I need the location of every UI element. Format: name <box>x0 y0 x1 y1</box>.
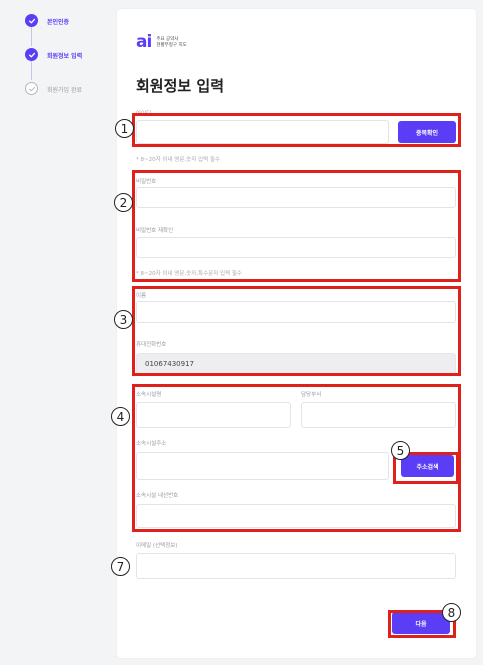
logo-line: 현황부정구 지도 <box>156 42 187 48</box>
email-label: 이메일 (선택정보) <box>136 543 178 549</box>
annotation-box-password <box>132 170 461 282</box>
step-connector <box>31 61 32 80</box>
annotation-badge: 8 <box>442 603 461 622</box>
annotation-badge: 1 <box>115 119 134 138</box>
step-connector <box>31 27 32 46</box>
check-icon <box>25 82 38 95</box>
email-input[interactable] <box>136 553 456 579</box>
check-icon <box>25 48 38 61</box>
annotation-box-name-phone <box>132 286 461 376</box>
annotation-badge: 3 <box>114 310 133 329</box>
annotation-badge: 7 <box>111 557 130 576</box>
annotation-box-id <box>132 113 461 147</box>
logo-text: 주요 공약사 현황부정구 지도 <box>156 37 186 49</box>
step-identity-verification: 본인인증 <box>25 12 115 46</box>
annotation-badge: 4 <box>111 407 130 426</box>
page-title: 회원정보 입력 <box>136 77 225 95</box>
annotation-badge: 5 <box>391 441 410 460</box>
step-label: 회원정보 입력 <box>47 53 83 60</box>
logo-mark: ai <box>136 32 152 52</box>
annotation-badge: 2 <box>114 193 133 212</box>
step-label: 본인인증 <box>47 19 70 26</box>
id-hint: * 8~20자 이내 영문,숫자 입력 필수 <box>136 157 221 163</box>
step-signup-complete: 회원가입 완료 <box>25 80 115 114</box>
logo: ai 주요 공약사 현황부정구 지도 <box>136 34 187 51</box>
step-member-info: 회원정보 입력 <box>25 46 115 80</box>
check-icon <box>25 14 38 27</box>
step-label: 회원가입 완료 <box>47 87 83 94</box>
signup-stepper: 본인인증 회원정보 입력 회원가입 완료 <box>25 12 115 114</box>
